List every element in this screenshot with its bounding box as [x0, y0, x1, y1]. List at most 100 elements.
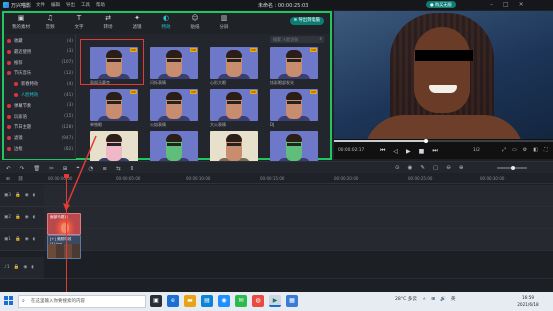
- file-explorer-icon[interactable]: ▬: [184, 295, 196, 307]
- delete-icon[interactable]: 🗑: [33, 166, 40, 172]
- tab-7[interactable]: ▥ 分屏: [211, 14, 237, 30]
- edit-icon[interactable]: ✎: [420, 165, 425, 171]
- folder-icon[interactable]: ▦: [286, 295, 298, 307]
- tab-1[interactable]: ♫ 音频: [37, 14, 63, 30]
- sidebar-item-10[interactable]: 边框 (82): [7, 145, 73, 153]
- mute-icon[interactable]: ◖: [33, 193, 35, 198]
- maximize-icon[interactable]: □: [503, 1, 509, 8]
- tab-0[interactable]: ▣ 我的素材: [8, 14, 34, 30]
- sidebar-item-6[interactable]: 弹幕节奏 (3): [7, 102, 73, 110]
- target-icon[interactable]: ⌖: [76, 165, 79, 172]
- expand-icon[interactable]: ⛶: [544, 147, 548, 153]
- minimize-icon[interactable]: –: [490, 1, 493, 8]
- effect-thumbnail[interactable]: [210, 131, 258, 163]
- edge-icon[interactable]: e: [167, 295, 179, 307]
- preview-progress-bar[interactable]: [334, 139, 553, 143]
- tab-5[interactable]: ◐ 特效: [153, 14, 179, 30]
- zoom-slider[interactable]: [497, 165, 527, 170]
- lock-icon[interactable]: 🔒: [15, 215, 21, 220]
- adjust-icon[interactable]: ≡: [102, 166, 107, 172]
- sidebar-item-9[interactable]: 滤镜 (947): [7, 134, 73, 142]
- mute-icon[interactable]: ◖: [31, 265, 33, 270]
- sidebar-item-0[interactable]: 收藏 (4): [7, 37, 73, 45]
- effect-thumbnail[interactable]: VIP: [150, 47, 198, 79]
- tray-item-0[interactable]: 28°C 多云: [395, 296, 417, 302]
- stop-icon[interactable]: ■: [419, 148, 425, 155]
- taskbar-clock[interactable]: 16:59 2021/6/18: [508, 294, 548, 308]
- visibility-icon[interactable]: ◉: [25, 193, 29, 198]
- sidebar-item-1[interactable]: 最近使用 (3): [7, 48, 73, 56]
- browser-icon[interactable]: ◉: [218, 295, 230, 307]
- record-icon[interactable]: ◉: [408, 165, 413, 171]
- app-icon[interactable]: ◍: [252, 295, 264, 307]
- close-icon[interactable]: ✕: [519, 1, 524, 8]
- preview-video[interactable]: [334, 11, 553, 139]
- zoom-in-icon[interactable]: ⊕: [459, 165, 464, 171]
- link-icon[interactable]: ⛓: [18, 177, 24, 182]
- tab-6[interactable]: ☺ 贴纸: [182, 14, 208, 30]
- effect-thumbnail[interactable]: VIP: [90, 89, 138, 121]
- visibility-icon[interactable]: ◉: [25, 215, 29, 220]
- undo-icon[interactable]: ↶: [6, 166, 11, 172]
- settings-icon[interactable]: ⚙: [523, 147, 527, 153]
- mute-icon[interactable]: ◖: [33, 237, 35, 242]
- lock-icon[interactable]: 🔒: [14, 265, 20, 270]
- menu-item-0[interactable]: 文件: [36, 2, 45, 8]
- split-icon[interactable]: ⇕: [130, 166, 135, 172]
- tab-3[interactable]: ⇄ 转场: [95, 14, 121, 30]
- filmora-taskbar-icon[interactable]: ▶: [269, 295, 281, 307]
- track-lane[interactable]: [44, 185, 553, 207]
- tab-4[interactable]: ✦ 滤镜: [124, 14, 150, 30]
- tray-item-4[interactable]: 英: [451, 296, 456, 302]
- taskbar-search-input[interactable]: ⌕ 在这里输入你要搜索的内容: [18, 295, 146, 308]
- start-button[interactable]: [4, 296, 14, 306]
- preview-quality[interactable]: 1/2: [473, 148, 480, 153]
- timeline-ruler[interactable]: ⊞ ⛓ 00:00:00:00 00:00:05:00 00:00:10:00 00:…: [0, 174, 553, 184]
- visibility-icon[interactable]: ◉: [25, 237, 29, 242]
- track-lane[interactable]: [44, 229, 553, 251]
- crop-icon[interactable]: ⊞: [63, 166, 68, 172]
- skip-back-icon[interactable]: ⏮: [380, 147, 385, 155]
- export-button[interactable]: ⊕ 导出到电脑: [289, 17, 324, 25]
- speed-icon[interactable]: ◔: [89, 166, 94, 172]
- effect-thumbnail[interactable]: VIP: [210, 89, 258, 121]
- zoom-out-icon[interactable]: ⊖: [446, 165, 451, 171]
- effect-thumbnail[interactable]: VIP: [210, 47, 258, 79]
- menu-item-4[interactable]: 帮助: [96, 2, 105, 8]
- lock-icon[interactable]: 🔒: [15, 237, 21, 242]
- step-back-icon[interactable]: ◁: [393, 148, 398, 155]
- effect-thumbnail[interactable]: VIP: [150, 89, 198, 121]
- render-icon[interactable]: ⊙: [395, 165, 400, 171]
- redo-icon[interactable]: ↷: [20, 166, 25, 172]
- skip-forward-icon[interactable]: ⏭: [432, 147, 437, 155]
- effect-thumbnail[interactable]: [150, 131, 198, 163]
- effects-search-input[interactable]: 搜索 人脸识别 ⌕: [270, 36, 324, 43]
- progress-knob[interactable]: [423, 139, 428, 143]
- wechat-icon[interactable]: ✉: [235, 295, 247, 307]
- video-clip[interactable]: [+] 美颜特效 (1).jpg: [47, 235, 81, 259]
- menu-item-3[interactable]: 工具: [81, 2, 90, 8]
- task-view-icon[interactable]: ▣: [150, 295, 162, 307]
- effect-thumbnail[interactable]: VIP: [270, 47, 318, 79]
- track-lane[interactable]: [44, 207, 553, 229]
- effect-clip[interactable]: 面部马赛克: [47, 213, 81, 235]
- visibility-icon[interactable]: ◉: [23, 265, 27, 270]
- sidebar-item-5[interactable]: 人脸特效 (41): [7, 91, 73, 99]
- lock-icon[interactable]: 🔒: [15, 193, 21, 198]
- effect-thumbnail[interactable]: VIP: [270, 89, 318, 121]
- playhead[interactable]: [64, 174, 69, 292]
- fullscreen-icon[interactable]: ⤢: [502, 147, 506, 153]
- cut-icon[interactable]: ✂: [49, 166, 54, 172]
- effect-thumbnail[interactable]: [270, 131, 318, 163]
- sidebar-item-2[interactable]: 推荐 (107): [7, 59, 73, 67]
- track-lane[interactable]: [44, 257, 553, 279]
- store-icon[interactable]: ▤: [201, 295, 213, 307]
- sidebar-item-4[interactable]: 新春特效 (4): [7, 80, 73, 88]
- menu-item-1[interactable]: 编辑: [51, 2, 60, 8]
- tab-2[interactable]: T 文字: [66, 14, 92, 30]
- effect-thumbnail[interactable]: [90, 131, 138, 163]
- zoom-knob[interactable]: [511, 165, 515, 170]
- swap-icon[interactable]: ⇆: [116, 166, 121, 172]
- play-icon[interactable]: ▶: [406, 148, 411, 155]
- search-icon[interactable]: ⌕: [319, 36, 322, 43]
